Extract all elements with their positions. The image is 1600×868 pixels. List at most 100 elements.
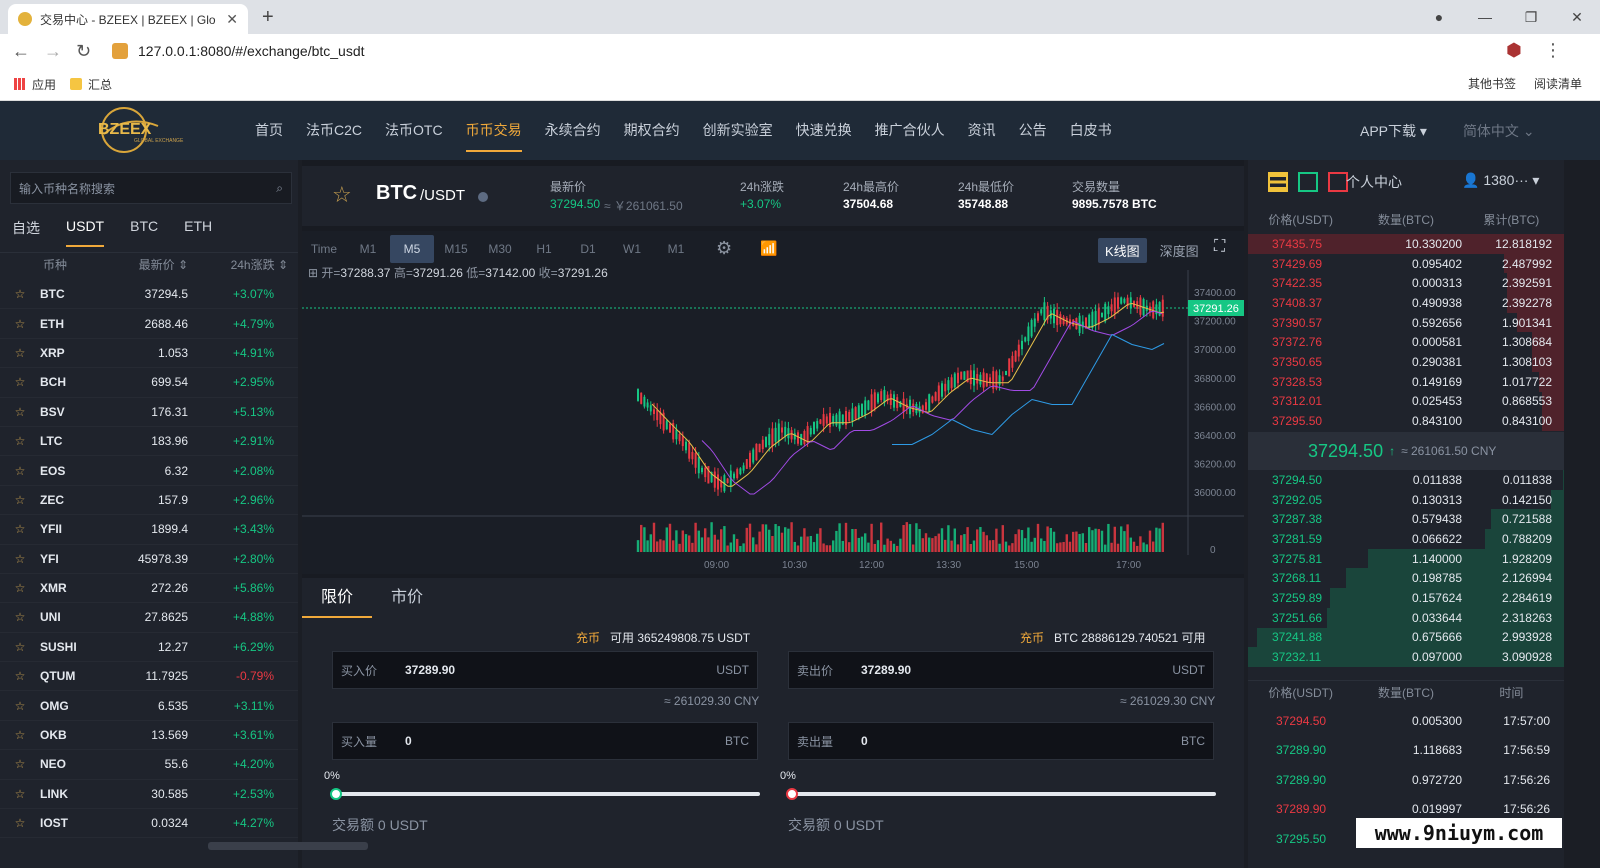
favorite-star-icon[interactable]: ☆ (0, 317, 40, 331)
ask-row[interactable]: 37328.53 0.149169 1.017722 (1248, 371, 1564, 392)
timeframe-5[interactable]: H1 (522, 235, 566, 263)
new-tab-icon[interactable]: + (262, 6, 274, 29)
favorite-star-icon[interactable]: ☆ (0, 581, 40, 595)
buy-slider-handle[interactable] (330, 788, 342, 800)
market-row[interactable]: ☆ OMG 6.535 +3.11% (0, 691, 298, 721)
favorite-star-icon[interactable]: ☆ (0, 405, 40, 419)
order-tab-0[interactable]: 限价 (302, 578, 372, 618)
bid-row[interactable]: 37294.50 0.011838 0.011838 (1248, 470, 1564, 490)
market-tab-0[interactable]: 自选 (12, 218, 40, 238)
reload-icon[interactable]: ↻ (76, 41, 91, 62)
market-tab-2[interactable]: BTC (130, 218, 158, 238)
ask-row[interactable]: 37429.69 0.095402 2.487992 (1248, 253, 1564, 274)
forward-icon[interactable]: → (44, 41, 62, 62)
sell-amount-field[interactable]: 卖出量 0 BTC (788, 722, 1214, 760)
market-row[interactable]: ☆ SUSHI 12.27 +6.29% (0, 633, 298, 663)
kline-svg[interactable]: 37400.00 37200.00 37000.00 36800.00 36600.00… (302, 270, 1244, 575)
ask-row[interactable]: 37408.37 0.490938 2.392278 (1248, 293, 1564, 313)
market-row[interactable]: ☆ UNI 27.8625 +4.88% (0, 603, 298, 633)
sell-amount-slider[interactable] (786, 788, 1216, 800)
market-row[interactable]: ☆ NEO 55.6 +4.20% (0, 750, 298, 780)
nav-item-5[interactable]: 期权合约 (624, 101, 680, 160)
nav-item-7[interactable]: 快速兑换 (796, 101, 852, 160)
timeframe-7[interactable]: W1 (610, 235, 654, 263)
minimize-icon[interactable]: — (1462, 9, 1508, 25)
favorite-star-icon[interactable]: ☆ (0, 669, 40, 683)
coin-search-input[interactable]: 输入币种名称搜索 ⌕ (10, 172, 292, 204)
profile-icon[interactable]: ● (1416, 9, 1462, 25)
market-row[interactable]: ☆ EOS 6.32 +2.08% (0, 456, 298, 486)
fullscreen-icon[interactable]: ⛶ (1214, 238, 1225, 256)
bid-row[interactable]: 37287.38 0.579438 0.721588 (1248, 509, 1564, 530)
timeframe-2[interactable]: M5 (390, 235, 434, 263)
url-input[interactable]: 127.0.0.1:8080/#/exchange/btc_usdt (112, 38, 1492, 64)
buy-recharge-link[interactable]: 充币 (576, 631, 600, 645)
bid-row[interactable]: 37292.05 0.130313 0.142150 (1248, 489, 1564, 510)
app-download-menu[interactable]: APP下载 ▾ (1360, 121, 1427, 141)
nav-item-2[interactable]: 法币OTC (385, 101, 443, 160)
user-center-link[interactable]: 个人中心 (1346, 172, 1402, 192)
bookmark-apps[interactable]: 应用 (14, 76, 56, 93)
favorite-star-icon[interactable]: ☆ (0, 493, 40, 507)
extension-icon[interactable]: ⬢ (1506, 40, 1522, 61)
ask-row[interactable]: 37372.76 0.000581 1.308684 (1248, 332, 1564, 353)
depth-button[interactable]: 深度图 (1153, 238, 1206, 263)
market-row[interactable]: ☆ XMR 272.26 +5.86% (0, 574, 298, 604)
market-tab-3[interactable]: ETH (184, 218, 212, 238)
ask-row[interactable]: 37435.75 10.330200 12.818192 (1248, 234, 1564, 254)
language-selector[interactable]: 简体中文 ⌄ (1463, 121, 1535, 141)
favorite-star-icon[interactable]: ☆ (0, 640, 40, 654)
other-bookmarks[interactable]: 其他书签 (1468, 75, 1516, 92)
favorite-star-icon[interactable]: ☆ (0, 699, 40, 713)
timeframe-6[interactable]: D1 (566, 235, 610, 263)
bid-row[interactable]: 37241.88 0.675666 2.993928 (1248, 627, 1564, 648)
market-row[interactable]: ☆ ETH 2688.46 +4.79% (0, 309, 298, 339)
bid-row[interactable]: 37281.59 0.066622 0.788209 (1248, 529, 1564, 549)
timeframe-8[interactable]: M1 (654, 235, 698, 263)
buy-amount-field[interactable]: 买入量 0 BTC (332, 722, 758, 760)
market-row[interactable]: ☆ OKB 13.569 +3.61% (0, 721, 298, 751)
browser-tab[interactable]: 交易中心 - BZEEX | BZEEX | Glo ✕ (8, 4, 248, 34)
favorite-star-icon[interactable]: ☆ (0, 287, 40, 301)
ask-row[interactable]: 37390.57 0.592656 1.901341 (1248, 312, 1564, 333)
market-row[interactable]: ☆ YFII 1899.4 +3.43% (0, 515, 298, 545)
favorite-star-icon[interactable]: ☆ (0, 757, 40, 771)
user-account[interactable]: 👤 1380··· ▾ (1462, 172, 1539, 192)
bookmark-folder[interactable]: 汇总 (70, 76, 112, 93)
market-row[interactable]: ☆ BCH 699.54 +2.95% (0, 368, 298, 398)
favorite-star-icon[interactable]: ☆ (0, 346, 40, 360)
nav-item-11[interactable]: 白皮书 (1070, 101, 1112, 160)
indicator-icon[interactable]: 📶 (760, 240, 777, 257)
favorite-star-icon[interactable]: ☆ (332, 182, 352, 208)
timeframe-3[interactable]: M15 (434, 235, 478, 263)
nav-item-1[interactable]: 法币C2C (306, 101, 362, 160)
market-row[interactable]: ☆ IOST 0.0324 +4.27% (0, 809, 298, 839)
market-row[interactable]: ☆ BSV 176.31 +5.13% (0, 398, 298, 427)
horizontal-scrollbar[interactable] (208, 842, 368, 850)
market-row[interactable]: ☆ LTC 183.96 +2.91% (0, 427, 298, 457)
ask-row[interactable]: 37295.50 0.843100 0.843100 (1248, 411, 1564, 431)
nav-item-3[interactable]: 币币交易 (465, 101, 522, 160)
site-info-icon[interactable] (112, 43, 128, 59)
close-tab-icon[interactable]: ✕ (226, 11, 238, 28)
bids-view-icon[interactable] (1298, 172, 1318, 192)
bzeex-logo[interactable]: BZEEX GLOBAL EXCHANGE (98, 104, 194, 156)
menu-icon[interactable]: ⋮ (1544, 40, 1562, 61)
favorite-star-icon[interactable]: ☆ (0, 375, 40, 389)
asks-view-icon[interactable] (1328, 172, 1348, 192)
nav-item-10[interactable]: 公告 (1019, 101, 1047, 160)
favorite-star-icon[interactable]: ☆ (0, 522, 40, 536)
search-icon[interactable]: ⌕ (276, 181, 283, 196)
market-row[interactable]: ☆ QTUM 11.7925 -0.79% (0, 662, 298, 692)
both-view-icon[interactable] (1268, 172, 1288, 192)
col-price[interactable]: 最新价 ⇕ (110, 256, 188, 273)
ask-row[interactable]: 37350.65 0.290381 1.308103 (1248, 352, 1564, 372)
market-row[interactable]: ☆ BTC 37294.5 +3.07% (0, 280, 298, 310)
order-tab-1[interactable]: 市价 (372, 578, 442, 618)
favorite-star-icon[interactable]: ☆ (0, 552, 40, 566)
bid-row[interactable]: 37275.81 1.140000 1.928209 (1248, 548, 1564, 569)
market-row[interactable]: ☆ LINK 30.585 +2.53% (0, 780, 298, 810)
nav-item-9[interactable]: 资讯 (968, 101, 996, 160)
info-icon[interactable] (478, 192, 488, 202)
settings-gear-icon[interactable]: ⚙ (716, 238, 732, 259)
